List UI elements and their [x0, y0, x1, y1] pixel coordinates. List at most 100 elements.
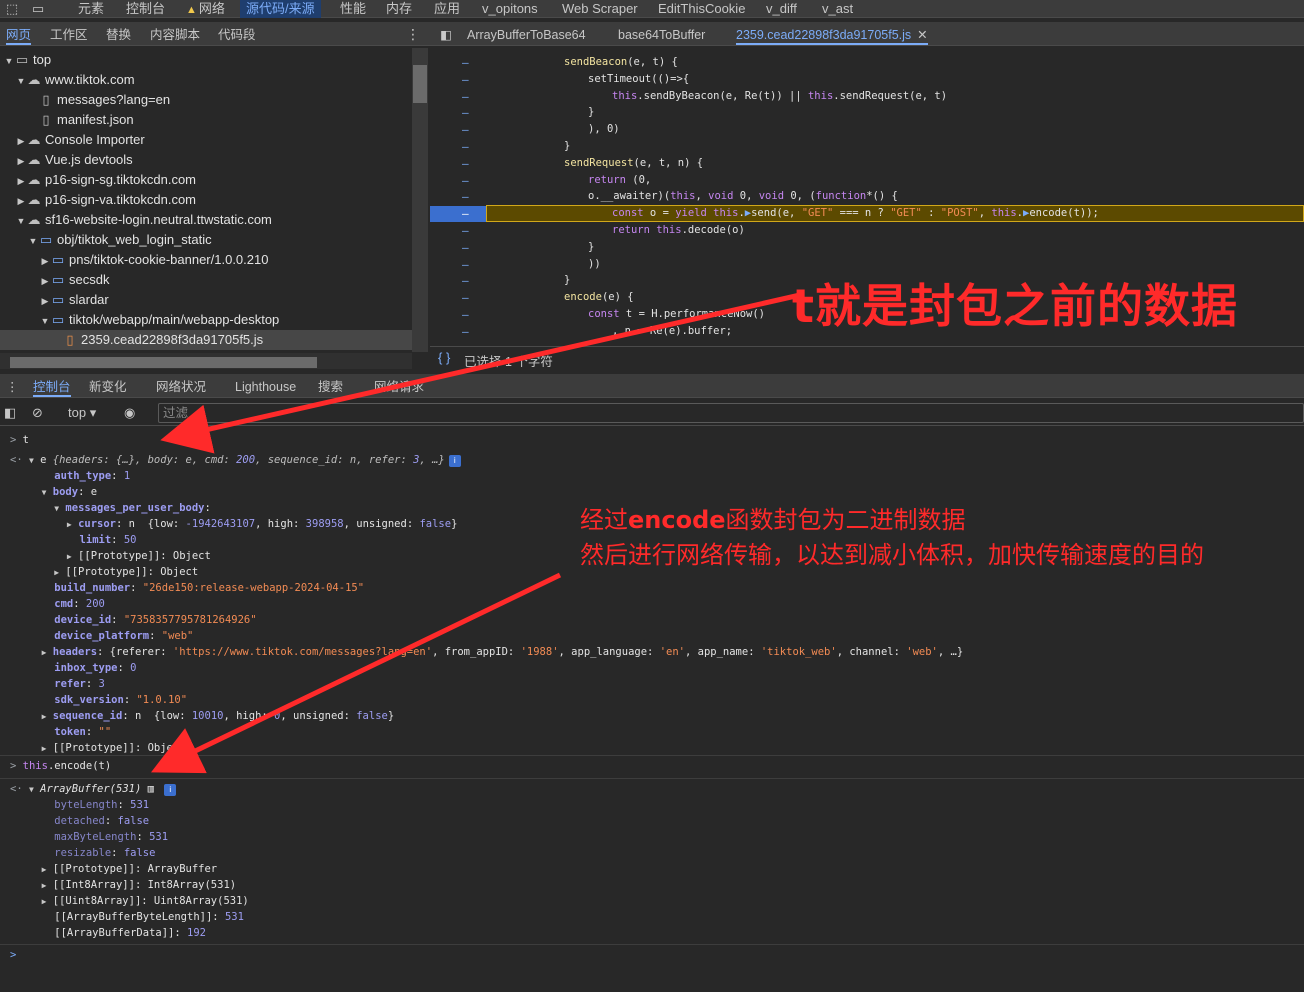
tree-item[interactable]: ▯ messages?lang=en [0, 90, 412, 110]
console-line[interactable]: ▶ [[Prototype]]: Object [10, 740, 186, 756]
tree-item[interactable]: ▶ ☁ p16-sign-va.tiktokcdn.com [0, 190, 412, 210]
gutter-marker[interactable]: – [462, 222, 470, 239]
code-line[interactable]: – setTimeout(()=>{ [430, 71, 1304, 88]
gutter-marker[interactable]: – [462, 289, 470, 306]
console-line[interactable]: ▶ [[Prototype]]: Object [10, 564, 198, 580]
subtab-page[interactable]: 网页 [6, 25, 32, 45]
gutter-marker[interactable]: – [462, 205, 470, 222]
drawer-menu-icon[interactable]: ⋮ [6, 377, 19, 397]
subtab-content-scripts[interactable]: 内容脚本 [150, 25, 200, 45]
console-line[interactable]: [[ArrayBufferData]]: 192 [10, 925, 206, 941]
console-line[interactable]: resizable: false [10, 845, 155, 861]
drawer-tab-whats-new[interactable]: 新变化 [89, 377, 127, 397]
tab-performance[interactable]: 性能 [338, 0, 368, 18]
gutter-marker[interactable]: – [462, 272, 470, 289]
context-selector[interactable]: top ▾ [68, 404, 96, 422]
console-line[interactable]: refer: 3 [10, 676, 105, 692]
tree-item[interactable]: ▼ ☁ sf16-website-login.neutral.ttwstatic.c… [0, 210, 412, 230]
expand-arrow-icon[interactable]: ▼ [28, 231, 38, 251]
tab-elements[interactable]: 元素 [76, 0, 106, 18]
tree-item[interactable]: ▶ ☁ Console Importer [0, 130, 412, 150]
tree-item[interactable]: ▼ ▭ obj/tiktok_web_login_static [0, 230, 412, 250]
gutter-marker[interactable]: – [462, 306, 470, 323]
gutter-marker[interactable]: – [462, 104, 470, 121]
clear-console-icon[interactable]: ⊘ [32, 404, 43, 422]
console-line[interactable]: > this.encode(t) [10, 758, 111, 774]
drawer-tab-network-conditions[interactable]: 网络状况 [156, 377, 206, 397]
tab-sources[interactable]: 源代码/来源 [240, 0, 321, 18]
console-line[interactable]: ▼ body: e [10, 484, 97, 500]
code-line[interactable]: – this.sendByBeacon(e, Re(t)) || this.sen… [430, 88, 1304, 105]
console-line[interactable]: > t [10, 432, 29, 448]
console-line[interactable]: ▶ headers: {referer: 'https://www.tiktok… [10, 644, 964, 660]
console-line[interactable]: > [10, 947, 16, 963]
gutter-marker[interactable]: – [462, 71, 470, 88]
gutter-marker[interactable]: – [462, 121, 470, 138]
console-line[interactable]: ▶ [[Int8Array]]: Int8Array(531) [10, 877, 236, 893]
drawer-tab-lighthouse[interactable]: Lighthouse [235, 377, 296, 397]
gutter-marker[interactable]: – [462, 323, 470, 340]
editor-tab-arraybuffertobase64[interactable]: ArrayBufferToBase64 [467, 25, 586, 45]
drawer-tab-console[interactable]: 控制台 [33, 377, 71, 397]
code-line[interactable]: –} [430, 138, 1304, 155]
tree-item[interactable]: ▶ ▭ slardar [0, 290, 412, 310]
tree-item[interactable]: ▼ ▭ tiktok/webapp/main/webapp-desktop [0, 310, 412, 330]
expand-arrow-icon[interactable]: ▼ [40, 311, 50, 331]
collapse-arrow-icon[interactable]: ▶ [40, 291, 50, 311]
expand-arrow-icon[interactable]: ▼ [16, 211, 26, 231]
expand-arrow-icon[interactable]: ▼ [4, 51, 14, 71]
collapse-arrow-icon[interactable]: ▶ [16, 171, 26, 191]
drawer-tab-network-requests[interactable]: 网络请求 [374, 377, 424, 397]
collapse-arrow-icon[interactable]: ▶ [16, 151, 26, 171]
tab-v-opitons[interactable]: v_opitons [480, 0, 540, 18]
gutter-marker[interactable]: – [462, 88, 470, 105]
drawer-tab-search[interactable]: 搜索 [318, 377, 343, 397]
tree-item[interactable]: ▼ ☁ www.tiktok.com [0, 70, 412, 90]
editor-tab-base64tobuffer[interactable]: base64ToBuffer [618, 25, 705, 45]
console-line[interactable]: <· ▼ e {headers: {…}, body: e, cmd: 200,… [10, 452, 461, 468]
console-line[interactable]: build_number: "26de150:release-webapp-20… [10, 580, 364, 596]
code-line[interactable]: – const o = yield this.▶send(e, "GET" ===… [430, 205, 1304, 223]
code-line[interactable]: –} [430, 104, 1304, 121]
gutter-marker[interactable]: – [462, 256, 470, 273]
expand-arrow-icon[interactable]: ▼ [16, 71, 26, 91]
console-line[interactable]: detached: false [10, 813, 149, 829]
close-tab-icon[interactable]: ✕ [917, 28, 927, 42]
console-line[interactable]: ▶ [[Uint8Array]]: Uint8Array(531) [10, 893, 249, 909]
tab-console[interactable]: 控制台 [124, 0, 167, 18]
console-line[interactable]: [[ArrayBufferByteLength]]: 531 [10, 909, 244, 925]
console-line[interactable]: ▶ sequence_id: n {low: 10010, high: 0, u… [10, 708, 395, 724]
tab-v-diff[interactable]: v_diff [764, 0, 799, 18]
tree-item[interactable]: ▼ ▭ top [0, 50, 412, 70]
tree-item[interactable]: ▶ ☁ p16-sign-sg.tiktokcdn.com [0, 170, 412, 190]
console-line[interactable]: device_platform: "web" [10, 628, 193, 644]
console-line[interactable]: maxByteLength: 531 [10, 829, 168, 845]
console-line[interactable]: ▶ [[Prototype]]: ArrayBuffer [10, 861, 218, 877]
console-line[interactable]: limit: 50 [10, 532, 137, 548]
console-line[interactable]: ▼ messages_per_user_body: [10, 500, 211, 516]
code-line[interactable]: – return this.decode(o) [430, 222, 1304, 239]
subtab-snippets[interactable]: 代码段 [218, 25, 256, 45]
console-line[interactable]: inbox_type: 0 [10, 660, 136, 676]
tab-memory[interactable]: 内存 [384, 0, 414, 18]
breakpoint-marker[interactable] [430, 206, 486, 223]
gutter-marker[interactable]: – [462, 172, 470, 189]
console-line[interactable]: token: "" [10, 724, 111, 740]
tab-network[interactable]: ▲ 网络 [184, 0, 227, 18]
tree-item[interactable]: ▶ ▭ secsdk [0, 270, 412, 290]
subtab-overrides[interactable]: 替换 [106, 25, 131, 45]
code-line[interactable]: – return (0, [430, 172, 1304, 189]
gutter-marker[interactable]: – [462, 155, 470, 172]
code-line[interactable]: –} [430, 239, 1304, 256]
console-line[interactable]: ▶ cursor: n {low: -1942643107, high: 398… [10, 516, 458, 532]
tab-editthiscookie[interactable]: EditThisCookie [656, 0, 747, 18]
code-line[interactable]: –), 0) [430, 121, 1304, 138]
sidebar-toggle-icon[interactable]: ◧ [4, 404, 16, 422]
pretty-print-icon[interactable]: { } [438, 350, 450, 365]
gutter-marker[interactable]: – [462, 239, 470, 256]
subtab-workspace[interactable]: 工作区 [50, 25, 88, 45]
more-options-icon[interactable]: ⋮ [406, 24, 420, 44]
console-line[interactable]: device_id: "7358357795781264926" [10, 612, 256, 628]
tree-scroll-thumb[interactable] [413, 65, 427, 103]
collapse-arrow-icon[interactable]: ▶ [40, 251, 50, 271]
